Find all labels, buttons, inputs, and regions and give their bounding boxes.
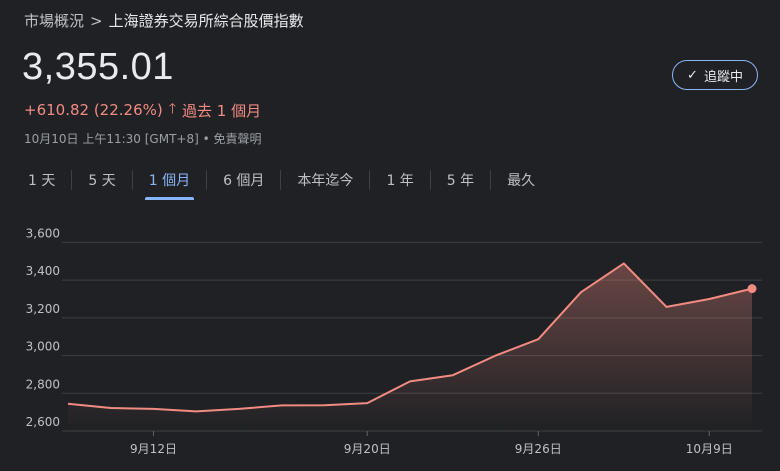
- tab-5-years[interactable]: 5 年: [431, 166, 490, 200]
- change-period: 過去 1 個月: [182, 101, 262, 120]
- x-tick-label: 9月12日: [130, 442, 177, 456]
- disclaimer-link[interactable]: 免責聲明: [214, 132, 262, 146]
- tab-ytd[interactable]: 本年迄今: [281, 166, 369, 200]
- x-tick-label: 9月26日: [515, 442, 562, 456]
- y-tick-label: 3,600: [26, 226, 60, 240]
- y-tick-label: 2,800: [26, 377, 60, 391]
- arrow-up-icon: 🡑: [168, 101, 177, 117]
- y-tick-label: 2,600: [26, 415, 60, 429]
- breadcrumb-separator: >: [90, 11, 103, 30]
- x-tick-label: 9月20日: [344, 442, 391, 456]
- range-tabs: 1 天 5 天 1 個月 6 個月 本年迄今 1 年 5 年 最久: [12, 166, 551, 200]
- check-icon: ✓: [687, 67, 698, 83]
- change-value: +610.82 (22.26%): [24, 101, 163, 119]
- meta-bullet: •: [202, 132, 210, 146]
- current-price: 3,355.01: [22, 46, 174, 88]
- price-change: +610.82 (22.26%) 🡑 過去 1 個月: [24, 98, 261, 122]
- tab-5-days[interactable]: 5 天: [72, 166, 131, 200]
- y-tick-label: 3,000: [26, 340, 60, 354]
- breadcrumb: 市場概況 > 上海證券交易所綜合股價指數: [24, 10, 304, 31]
- current-price-marker: [747, 284, 757, 294]
- follow-button[interactable]: ✓ 追蹤中: [672, 60, 758, 90]
- price-chart[interactable]: 3,600 3,400 3,200 3,000 2,800 2,600 9月12日 9月20…: [0, 225, 780, 471]
- y-tick-label: 3,200: [26, 302, 60, 316]
- tab-1-month[interactable]: 1 個月: [133, 166, 206, 200]
- y-tick-label: 3,400: [26, 264, 60, 278]
- x-tick-label: 10月9日: [686, 442, 733, 456]
- tab-max[interactable]: 最久: [491, 166, 551, 200]
- tab-6-months[interactable]: 6 個月: [207, 166, 280, 200]
- tab-1-year[interactable]: 1 年: [370, 166, 429, 200]
- timestamp: 10月10日 上午11:30 [GMT+8]: [24, 132, 199, 146]
- follow-button-label: 追蹤中: [703, 69, 743, 85]
- price-meta: 10月10日 上午11:30 [GMT+8] • 免責聲明: [24, 130, 262, 147]
- page-title: 上海證券交易所綜合股價指數: [108, 12, 304, 30]
- breadcrumb-parent-link[interactable]: 市場概況: [24, 10, 84, 31]
- tab-1-day[interactable]: 1 天: [12, 166, 71, 200]
